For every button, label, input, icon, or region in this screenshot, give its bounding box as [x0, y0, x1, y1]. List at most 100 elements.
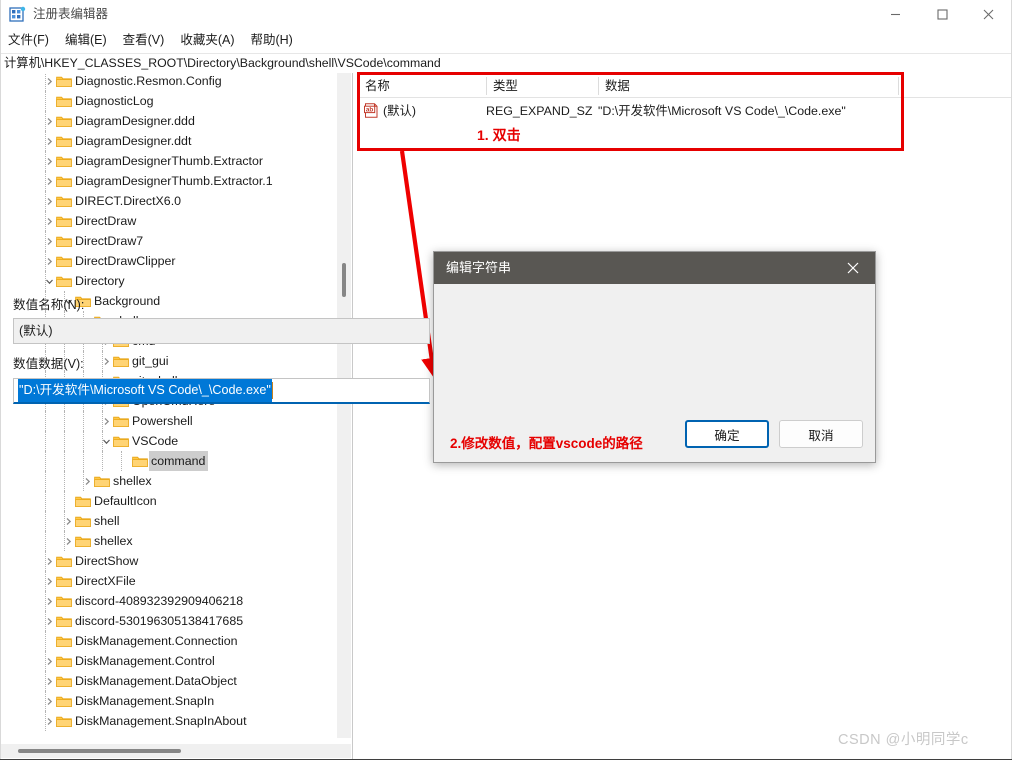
close-button[interactable] — [965, 0, 1011, 28]
chevron-right-icon[interactable] — [61, 531, 75, 551]
chevron-down-icon[interactable] — [99, 431, 113, 451]
tree-item-discord-408932392909406218[interactable]: discord-408932392909406218 — [0, 591, 337, 611]
chevron-down-icon[interactable] — [42, 271, 56, 291]
chevron-right-icon[interactable] — [42, 671, 56, 691]
folder-icon — [112, 411, 129, 431]
minimize-button[interactable] — [872, 0, 918, 28]
tree-item-diagnosticlog[interactable]: DiagnosticLog — [0, 91, 337, 111]
tree-item-diagramdesigner-ddd[interactable]: DiagramDesigner.ddd — [0, 111, 337, 131]
tree-item-shellex[interactable]: shellex — [0, 531, 337, 551]
menubar: 文件(F) 编辑(E) 查看(V) 收藏夹(A) 帮助(H) — [0, 29, 1012, 52]
dialog-title: 编辑字符串 — [446, 260, 512, 275]
chevron-right-icon[interactable] — [42, 211, 56, 231]
tree-item-label: DiskManagement.SnapInAbout — [75, 714, 247, 728]
tree-item-diagramdesignerthumb-extractor-1[interactable]: DiagramDesignerThumb.Extractor.1 — [0, 171, 337, 191]
chevron-right-icon[interactable] — [42, 251, 56, 271]
column-header-name[interactable]: 名称 — [358, 75, 390, 97]
tree-item-discord-530196305138417685[interactable]: discord-530196305138417685 — [0, 611, 337, 631]
chevron-right-icon[interactable] — [42, 151, 56, 171]
tree-item-diskmanagement-connection[interactable]: DiskManagement.Connection — [0, 631, 337, 651]
folder-icon — [55, 131, 72, 151]
value-type: REG_EXPAND_SZ — [486, 104, 593, 118]
tree-item-command[interactable]: command — [0, 451, 337, 471]
tree-item-directdraw[interactable]: DirectDraw — [0, 211, 337, 231]
window-title: 注册表编辑器 — [33, 7, 109, 21]
chevron-right-icon[interactable] — [42, 171, 56, 191]
folder-icon — [93, 471, 110, 491]
chevron-right-icon[interactable] — [42, 551, 56, 571]
tree-item-label: DirectShow — [75, 554, 139, 568]
tree-item-label: DiagramDesignerThumb.Extractor.1 — [75, 174, 273, 188]
chevron-right-icon[interactable] — [61, 511, 75, 531]
value-row[interactable]: ab (默认) REG_EXPAND_SZ "D:\开发软件\Microsoft… — [358, 101, 1012, 121]
chevron-right-icon[interactable] — [80, 471, 94, 491]
chevron-right-icon[interactable] — [42, 611, 56, 631]
tree-item-diskmanagement-snapinabout[interactable]: DiskManagement.SnapInAbout — [0, 711, 337, 731]
tree-item-label: DiagramDesigner.ddt — [75, 134, 192, 148]
address-bar[interactable]: 计算机\HKEY_CLASSES_ROOT\Directory\Backgrou… — [0, 53, 1012, 74]
tree-item-diagnostic-resmon-config[interactable]: Diagnostic.Resmon.Config — [0, 73, 337, 91]
tree-item-label: DiagramDesigner.ddd — [75, 114, 195, 128]
tree-item-vscode[interactable]: VSCode — [0, 431, 337, 451]
tree-item-diskmanagement-control[interactable]: DiskManagement.Control — [0, 651, 337, 671]
menu-item-file[interactable]: 文件(F) — [0, 30, 57, 51]
column-header-data[interactable]: 数据 — [598, 75, 630, 97]
tree-item-diskmanagement-dataobject[interactable]: DiskManagement.DataObject — [0, 671, 337, 691]
dialog-close-button[interactable] — [831, 252, 875, 284]
ok-button[interactable]: 确定 — [685, 420, 769, 448]
folder-icon — [55, 91, 72, 111]
chevron-right-icon[interactable] — [99, 351, 113, 371]
tree-item-directshow[interactable]: DirectShow — [0, 551, 337, 571]
chevron-right-icon[interactable] — [42, 131, 56, 151]
chevron-right-icon[interactable] — [42, 191, 56, 211]
tree-item-label: DirectXFile — [75, 574, 136, 588]
tree-horizontal-scroll-thumb[interactable] — [18, 749, 181, 753]
column-divider-3[interactable] — [898, 77, 899, 95]
tree-item-label: DirectDraw7 — [75, 234, 144, 248]
value-name-input[interactable]: (默认) — [13, 318, 430, 344]
close-icon — [983, 9, 993, 19]
chevron-right-icon[interactable] — [42, 73, 56, 91]
chevron-right-icon[interactable] — [42, 591, 56, 611]
tree-item-directdraw7[interactable]: DirectDraw7 — [0, 231, 337, 251]
value-data-input[interactable]: "D:\开发软件\Microsoft VS Code\_\Code.exe" — [13, 378, 430, 404]
tree-item-directdrawclipper[interactable]: DirectDrawClipper — [0, 251, 337, 271]
tree-item-directxfile[interactable]: DirectXFile — [0, 571, 337, 591]
chevron-right-icon[interactable] — [42, 691, 56, 711]
menu-item-view[interactable]: 查看(V) — [115, 30, 173, 51]
tree-item-label: DiskManagement.DataObject — [75, 674, 237, 688]
tree-item-shell[interactable]: shell — [0, 511, 337, 531]
tree-horizontal-scrollbar[interactable] — [0, 744, 337, 758]
tree-item-shellex[interactable]: shellex — [0, 471, 337, 491]
chevron-right-icon[interactable] — [42, 711, 56, 731]
menu-item-help[interactable]: 帮助(H) — [242, 30, 300, 51]
window-border-left — [0, 0, 1, 760]
tree-item-defaulticon[interactable]: DefaultIcon — [0, 491, 337, 511]
maximize-button[interactable] — [919, 0, 965, 28]
chevron-right-icon[interactable] — [99, 411, 113, 431]
chevron-right-icon[interactable] — [42, 571, 56, 591]
tree-vertical-scrollbar[interactable] — [337, 73, 351, 738]
cancel-button[interactable]: 取消 — [779, 420, 863, 448]
folder-icon — [55, 651, 72, 671]
tree-item-powershell[interactable]: Powershell — [0, 411, 337, 431]
menu-item-edit[interactable]: 编辑(E) — [57, 30, 115, 51]
chevron-right-icon[interactable] — [42, 651, 56, 671]
chevron-right-icon[interactable] — [42, 111, 56, 131]
column-header-type[interactable]: 类型 — [486, 75, 518, 97]
tree-item-label: Powershell — [132, 414, 193, 428]
menu-item-favorites[interactable]: 收藏夹(A) — [172, 30, 242, 51]
registry-tree[interactable]: Diagnostic.Resmon.Config DiagnosticLog Dia… — [0, 73, 337, 738]
chevron-right-icon[interactable] — [42, 231, 56, 251]
tree-item-diskmanagement-snapin[interactable]: DiskManagement.SnapIn — [0, 691, 337, 711]
tree-item-directory[interactable]: Directory — [0, 271, 337, 291]
address-path: 计算机\HKEY_CLASSES_ROOT\Directory\Backgrou… — [4, 56, 441, 70]
folder-icon — [55, 571, 72, 591]
tree-guide-line — [64, 431, 66, 451]
tree-vertical-scroll-thumb[interactable] — [342, 263, 346, 297]
tree-item-direct-directx6-0[interactable]: DIRECT.DirectX6.0 — [0, 191, 337, 211]
window-titlebar: 注册表编辑器 — [0, 0, 1012, 28]
tree-item-diagramdesigner-ddt[interactable]: DiagramDesigner.ddt — [0, 131, 337, 151]
tree-item-label: DiskManagement.SnapIn — [75, 694, 215, 708]
tree-item-diagramdesignerthumb-extractor[interactable]: DiagramDesignerThumb.Extractor — [0, 151, 337, 171]
